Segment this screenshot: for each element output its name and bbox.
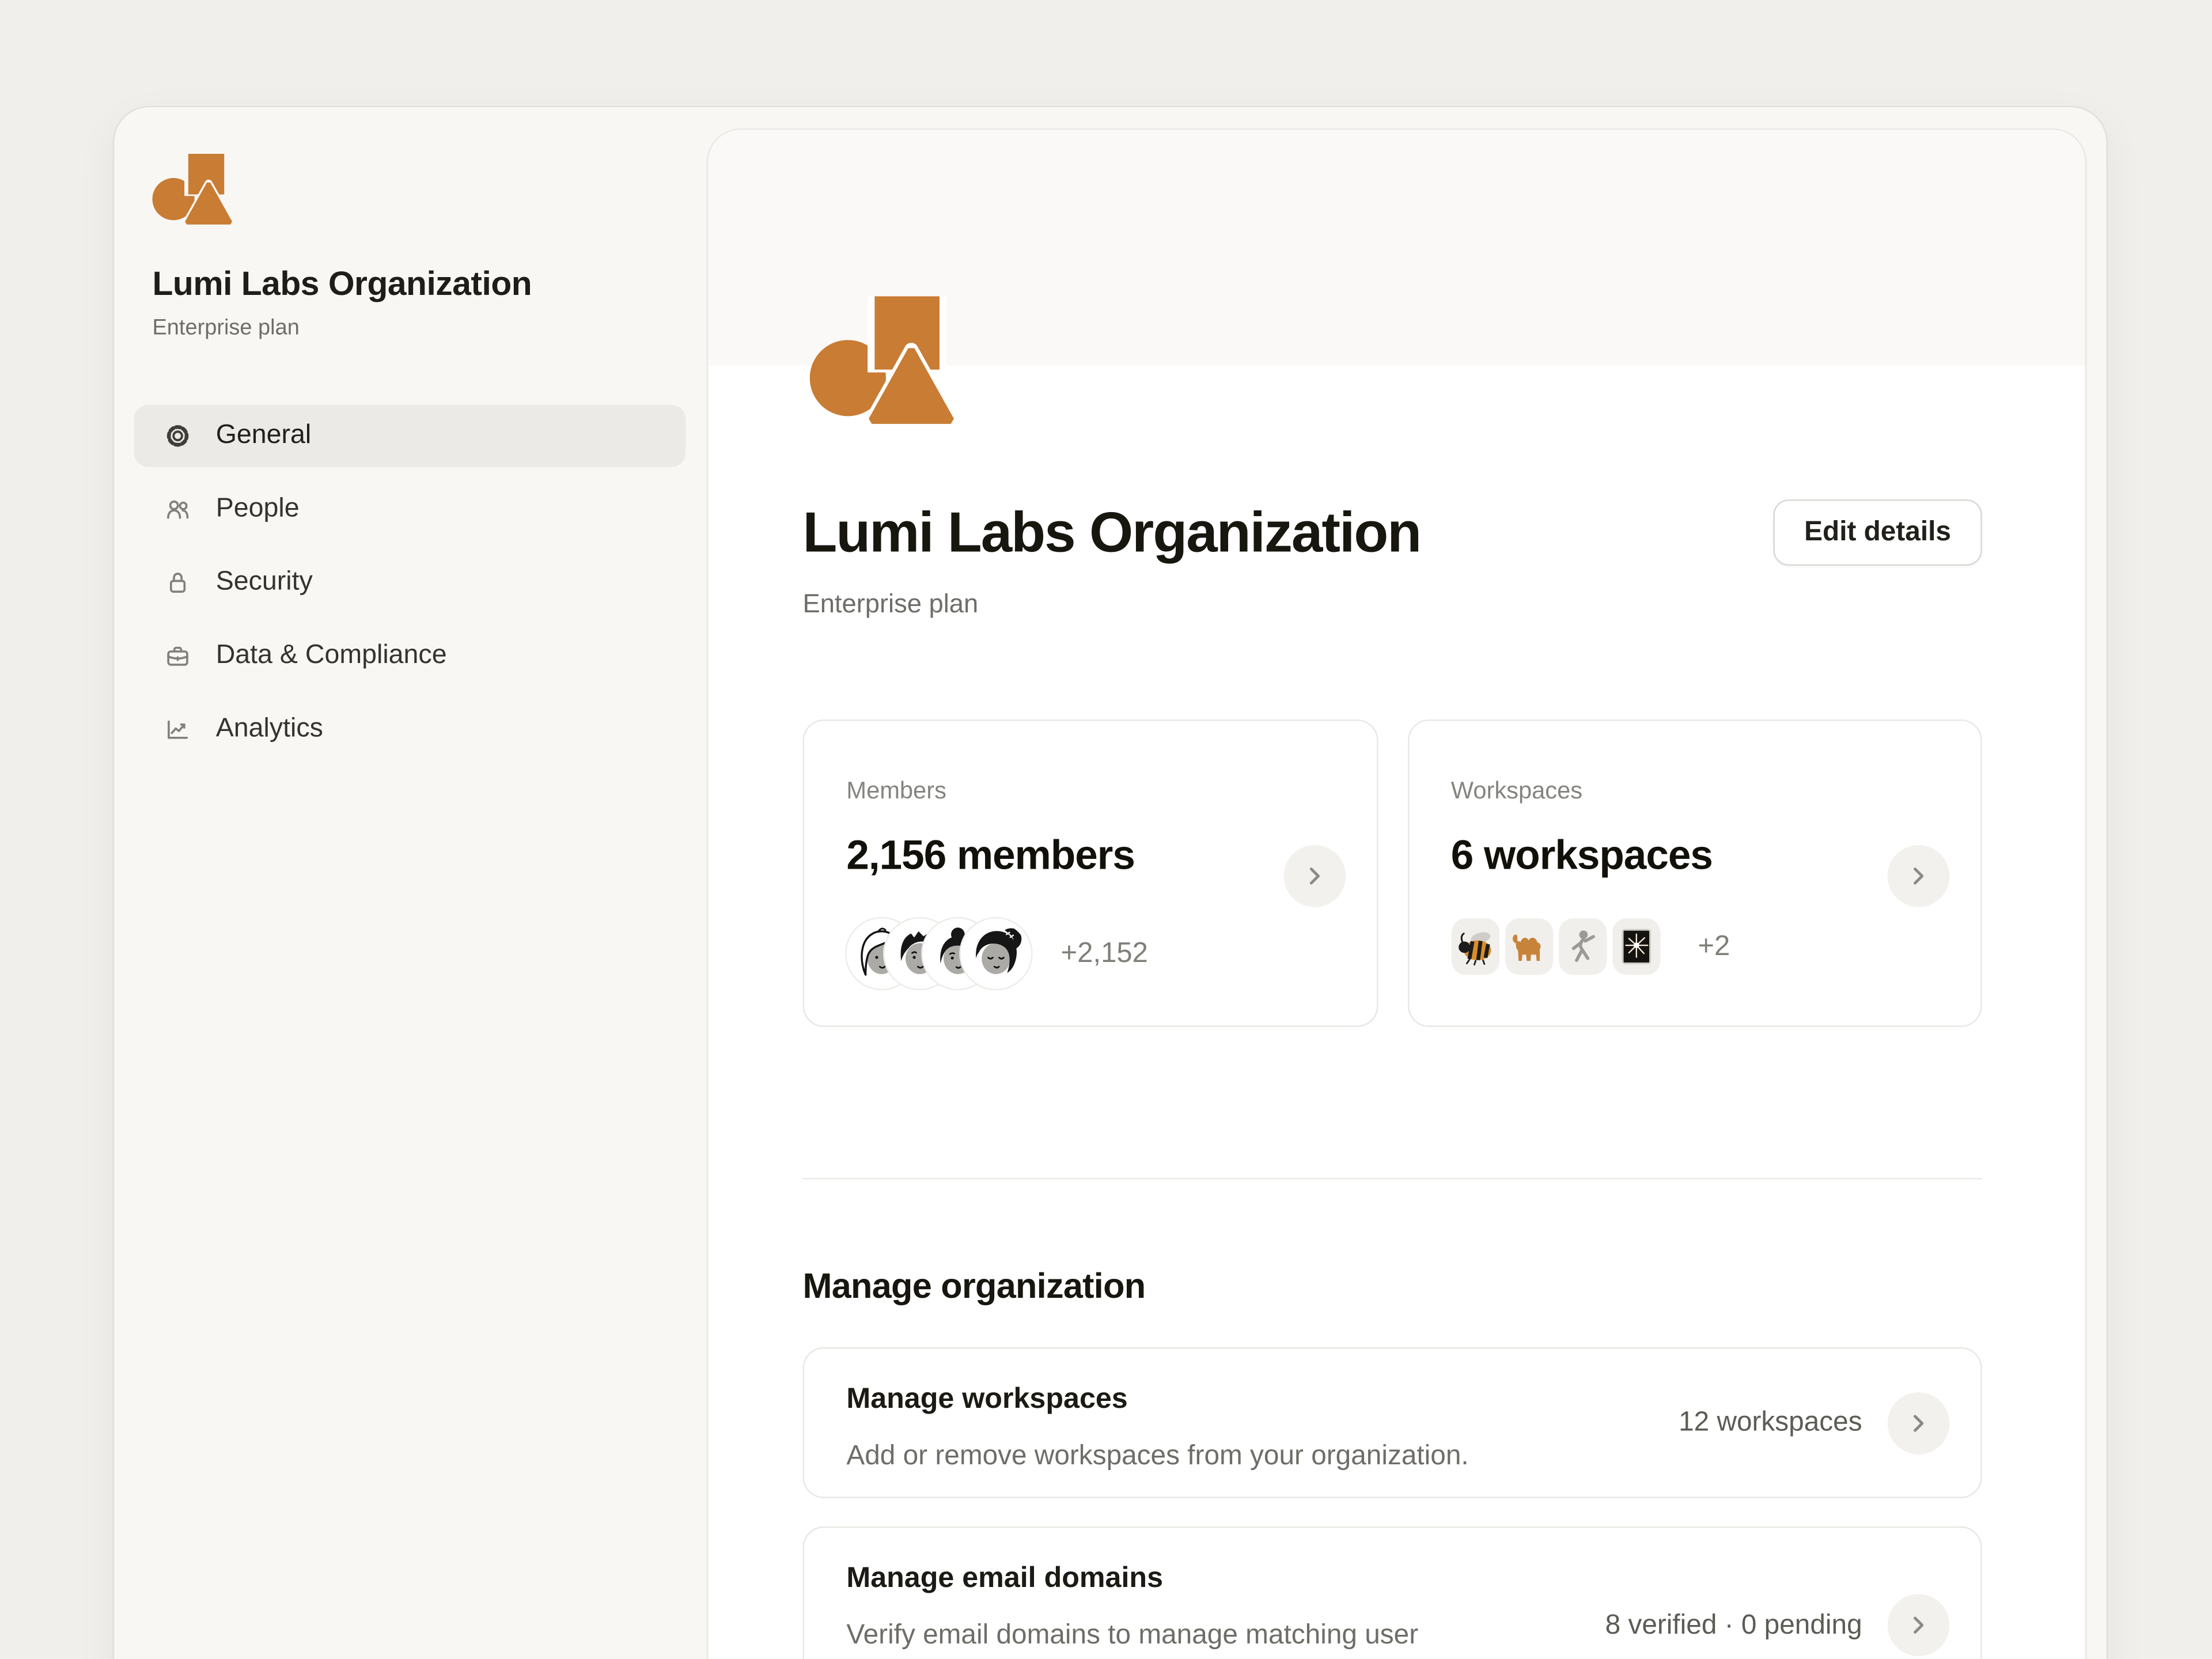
workspaces-chevron-button[interactable] (1888, 845, 1950, 907)
sidebar-header: Lumi Labs Organization Enterprise plan (134, 154, 686, 342)
screen: Lumi Labs Organization Enterprise plan G… (0, 0, 2212, 1659)
sidebar-item-label: People (216, 494, 300, 525)
sidebar-item-label: General (216, 421, 312, 452)
sidebar-item-security[interactable]: Security (134, 552, 686, 614)
workspaces-card-label: Workspaces (1451, 777, 1981, 805)
org-logo-icon (152, 154, 240, 226)
sidebar-item-people[interactable]: People (134, 478, 686, 540)
row-meta: 12 workspaces (1679, 1349, 1949, 1497)
stats-row: Members 2,156 members (802, 719, 1982, 1027)
row-description: Add or remove workspaces from your organ… (846, 1438, 1636, 1475)
sidebar-item-label: Analytics (216, 714, 323, 745)
manage-workspaces-chevron-button[interactable] (1888, 1392, 1950, 1454)
trend-chart-icon (164, 715, 192, 744)
members-card[interactable]: Members 2,156 members (802, 719, 1377, 1027)
members-chevron-button[interactable] (1283, 845, 1345, 907)
page-title: Lumi Labs Organization (802, 500, 1773, 565)
sidebar-item-analytics[interactable]: Analytics (134, 698, 686, 760)
chevron-right-icon (1904, 862, 1933, 890)
bee-emoji-icon (1451, 918, 1499, 975)
sidebar-org-name: Lumi Labs Organization (152, 264, 685, 306)
people-icon (164, 495, 192, 524)
manage-section-heading: Manage organization (802, 1267, 1982, 1308)
manage-email-domains-chevron-button[interactable] (1888, 1594, 1950, 1656)
sidebar-item-label: Security (216, 567, 313, 598)
sidebar-item-general[interactable]: General (134, 405, 686, 467)
lock-icon (164, 569, 192, 597)
manage-workspaces-row[interactable]: Manage workspaces Add or remove workspac… (802, 1347, 1982, 1498)
org-logo-large (810, 296, 968, 426)
chevron-right-icon (1300, 862, 1328, 890)
section-divider (802, 1178, 1982, 1179)
sidebar-nav: General People (134, 405, 686, 760)
row-value: 8 verified · 0 pending (1605, 1609, 1862, 1641)
sidebar-item-label: Data & Compliance (216, 641, 447, 672)
main-content: Lumi Labs Organization Edit details Ente… (708, 130, 2085, 1659)
members-card-label: Members (846, 777, 1376, 805)
main-panel: Lumi Labs Organization Edit details Ente… (707, 128, 2086, 1659)
camel-emoji-icon (1505, 918, 1552, 975)
manage-email-domains-row[interactable]: Manage email domains Verify email domain… (802, 1527, 1982, 1659)
row-meta: 8 verified · 0 pending (1605, 1528, 1950, 1659)
gear-icon (164, 422, 192, 450)
workspaces-card[interactable]: Workspaces 6 workspaces (1407, 719, 1982, 1027)
sparkler-emoji-icon (1612, 918, 1660, 975)
app-window: Lumi Labs Organization Enterprise plan G… (113, 106, 2108, 1659)
page-header: Lumi Labs Organization Edit details (802, 499, 1982, 566)
workspaces-tile-row: +2 (1451, 918, 1730, 975)
avatar-woman-ponytail (961, 918, 1031, 988)
sidebar: Lumi Labs Organization Enterprise plan G… (114, 107, 707, 1659)
row-value: 12 workspaces (1679, 1407, 1862, 1439)
chevron-right-icon (1904, 1408, 1933, 1437)
sidebar-plan-label: Enterprise plan (152, 316, 685, 342)
briefcase-icon (164, 642, 192, 670)
workspaces-overflow-count: +2 (1698, 930, 1730, 963)
chevron-right-icon (1904, 1611, 1933, 1639)
plan-subtitle: Enterprise plan (802, 588, 1982, 619)
members-avatar-row: +2,152 (846, 918, 1147, 988)
sidebar-item-data-compliance[interactable]: Data & Compliance (134, 625, 686, 687)
members-overflow-count: +2,152 (1061, 937, 1148, 969)
fencer-emoji-icon (1558, 918, 1606, 975)
edit-details-button[interactable]: Edit details (1773, 499, 1982, 566)
row-description: Verify email domains to manage matching … (846, 1617, 1636, 1654)
